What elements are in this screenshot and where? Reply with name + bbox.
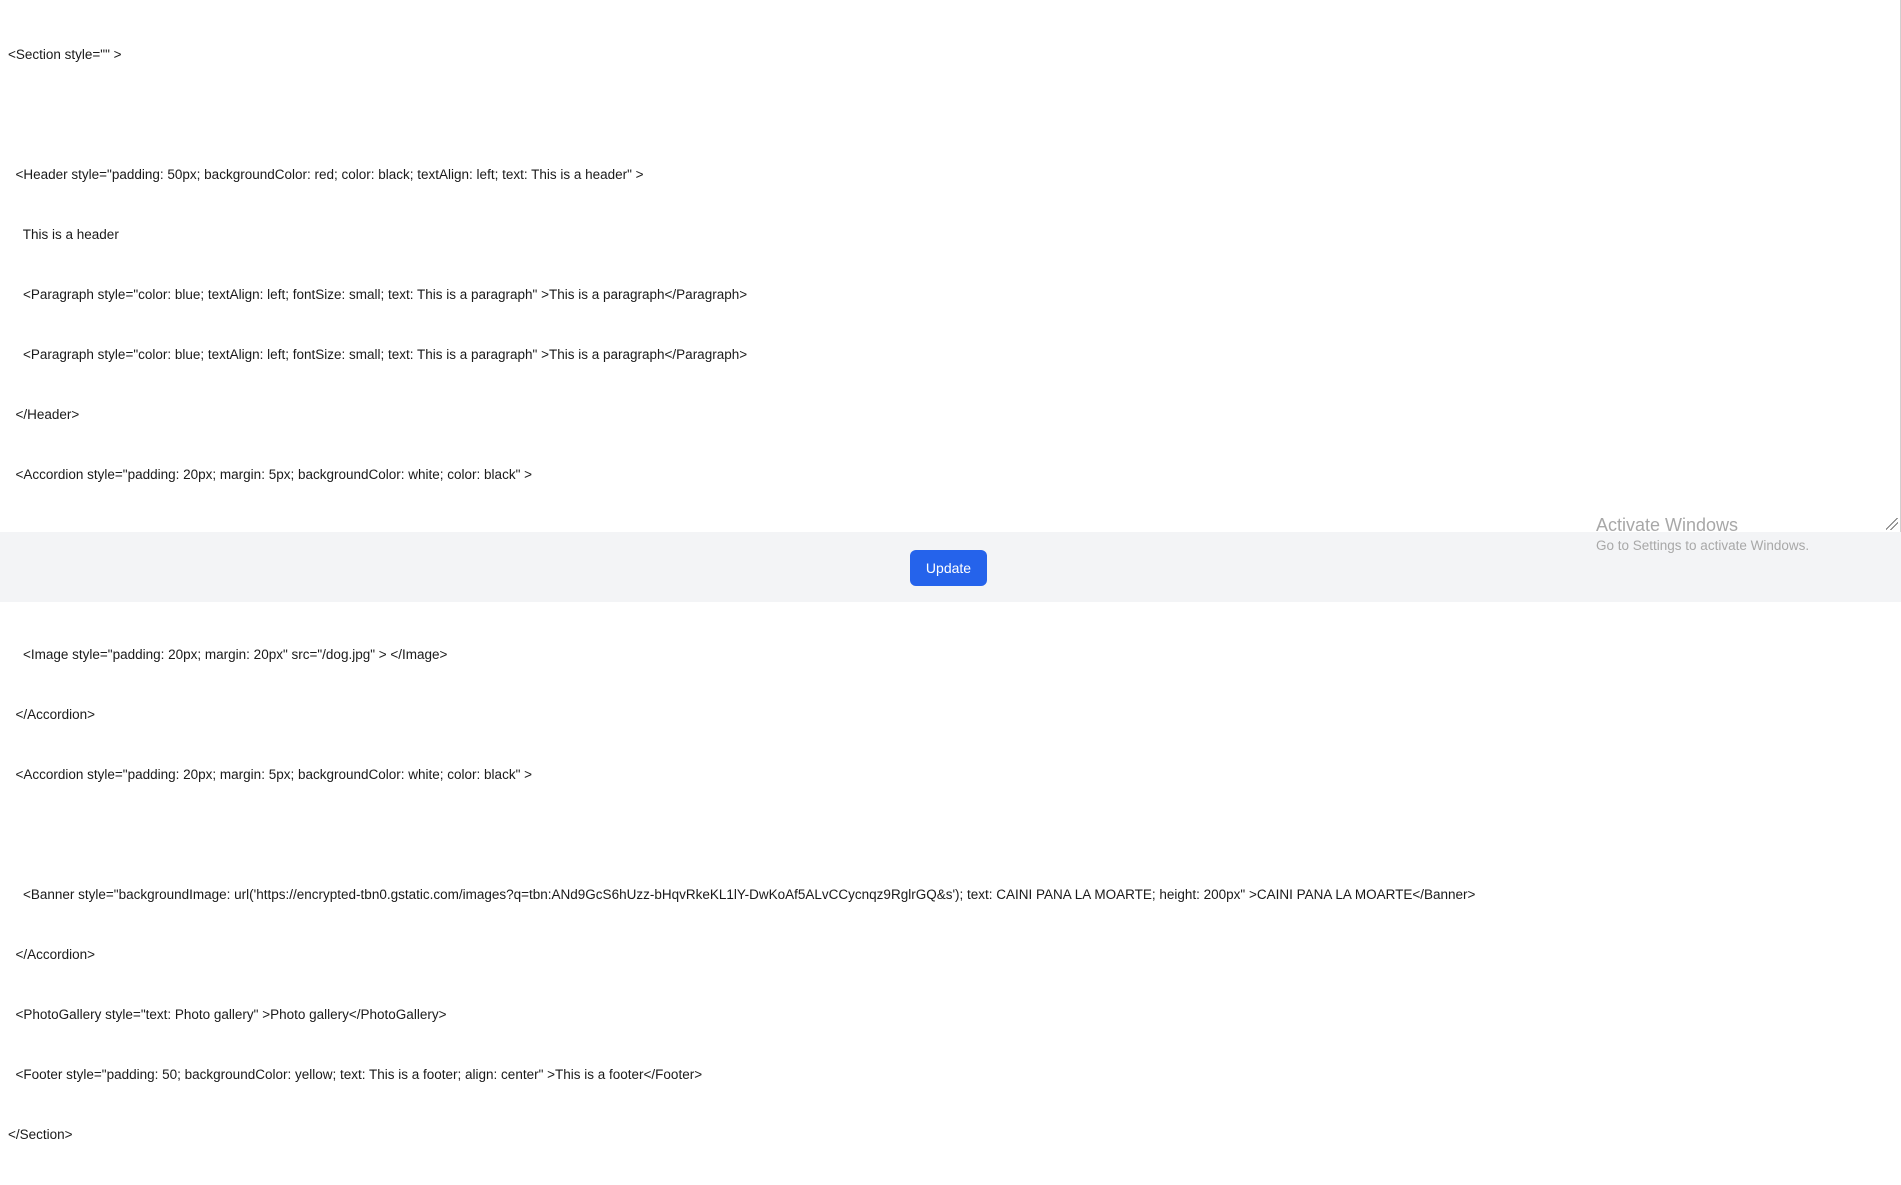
code-line: <Banner style="backgroundImage: url('htt… <box>8 887 1476 902</box>
code-line: <Header style="padding: 50px; background… <box>8 167 644 182</box>
code-line: </Section> <box>8 1127 73 1142</box>
code-editor-textarea[interactable]: <Section style="" > <Header style="paddi… <box>0 0 1901 1142</box>
update-button[interactable]: Update <box>910 550 987 586</box>
code-line: <Footer style="padding: 50; backgroundCo… <box>8 1067 703 1082</box>
code-line: </Accordion> <box>8 947 96 962</box>
activate-windows-watermark: Activate Windows Go to Settings to activ… <box>1596 514 1809 556</box>
resize-handle-icon[interactable] <box>1886 518 1898 530</box>
code-line: </Accordion> <box>8 707 96 722</box>
watermark-title: Activate Windows <box>1596 515 1739 535</box>
code-line: <Paragraph style="color: blue; textAlign… <box>8 347 748 362</box>
code-line: <Section style="" > <box>8 47 122 62</box>
watermark-subtitle: Go to Settings to activate Windows. <box>1596 538 1810 553</box>
code-line: <PhotoGallery style="text: Photo gallery… <box>8 1007 447 1022</box>
code-line: <Accordion style="padding: 20px; margin:… <box>8 767 533 782</box>
code-line: <Accordion style="padding: 20px; margin:… <box>8 467 533 482</box>
code-line: This is a header <box>8 227 119 242</box>
code-line: <Paragraph style="color: blue; textAlign… <box>8 287 748 302</box>
code-line: </Header> <box>8 407 80 422</box>
code-line: <Image style="padding: 20px; margin: 20p… <box>8 647 448 662</box>
